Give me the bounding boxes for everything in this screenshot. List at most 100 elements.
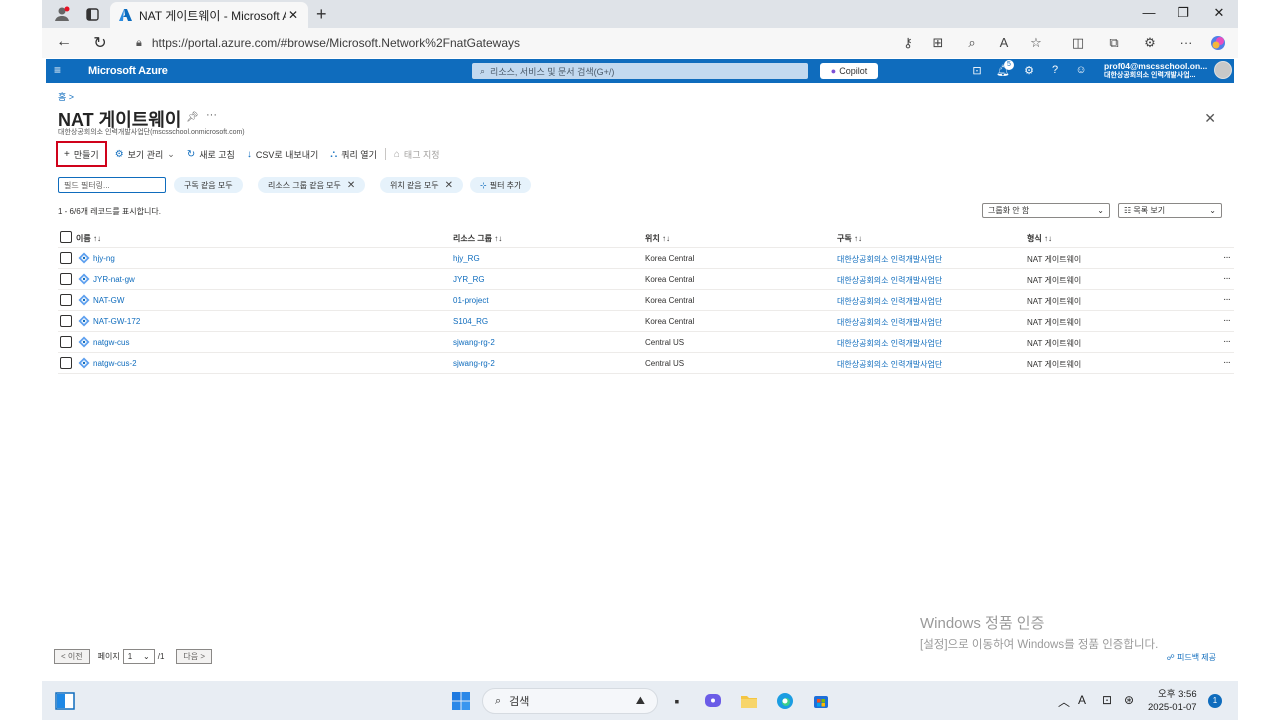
task-view-icon[interactable]: ▪ bbox=[666, 690, 688, 712]
cell-name[interactable]: hjy-ng bbox=[93, 254, 115, 263]
new-tab-icon[interactable]: + bbox=[316, 4, 327, 25]
export-csv-button[interactable]: ↓ CSV로 내보내기 bbox=[241, 144, 324, 164]
next-page-button[interactable]: 다음 > bbox=[176, 649, 213, 664]
cloud-shell-icon[interactable]: ⊡ bbox=[968, 64, 986, 77]
row-checkbox[interactable] bbox=[60, 273, 72, 285]
cell-subscription[interactable]: 대한상공회의소 인력개발사업단 bbox=[837, 338, 942, 349]
azure-brand[interactable]: Microsoft Azure bbox=[88, 65, 168, 77]
breadcrumb[interactable]: 홈 > bbox=[58, 90, 74, 103]
column-subscription[interactable]: 구독 ↑↓ bbox=[837, 233, 862, 244]
row-more-icon[interactable]: ··· bbox=[1223, 252, 1231, 263]
network-icon[interactable]: ⊡ bbox=[1102, 693, 1112, 707]
zoom-icon[interactable]: ⌕ bbox=[962, 35, 982, 51]
settings-gear-icon[interactable]: ⚙ bbox=[1020, 64, 1038, 77]
favorite-star-icon[interactable]: ☆ bbox=[1026, 35, 1046, 51]
create-button[interactable]: + 만들기 bbox=[56, 141, 107, 167]
cell-name[interactable]: NAT-GW-172 bbox=[93, 317, 140, 326]
cell-resource-group[interactable]: sjwang-rg-2 bbox=[453, 359, 495, 368]
table-row[interactable]: natgw-cus-2 sjwang-rg-2 Central US 대한상공회의소 … bbox=[58, 353, 1234, 374]
column-type[interactable]: 형식 ↑↓ bbox=[1027, 233, 1052, 244]
table-row[interactable]: hjy-ng hjy_RG Korea Central 대한상공회의소 인력개발사업단… bbox=[58, 248, 1234, 269]
location-filter-pill[interactable]: 위치 같음 모두 ✕ bbox=[380, 177, 463, 193]
browser-tab-active[interactable]: NAT 게이트웨이 - Microsoft Azure ✕ bbox=[110, 2, 308, 28]
field-filter-input[interactable]: 필드 필터링... bbox=[58, 177, 166, 193]
column-name[interactable]: 이름 ↑↓ bbox=[76, 233, 101, 244]
row-checkbox[interactable] bbox=[60, 294, 72, 306]
manage-view-button[interactable]: ⚙ 보기 관리 ⌄ bbox=[109, 144, 181, 164]
start-icon[interactable] bbox=[450, 690, 472, 712]
assign-tags-button[interactable]: ⌂ 태그 지정 bbox=[388, 144, 446, 164]
cell-resource-group[interactable]: JYR_RG bbox=[453, 275, 485, 284]
split-screen-icon[interactable]: ◫ bbox=[1068, 35, 1088, 51]
cell-name[interactable]: natgw-cus-2 bbox=[93, 359, 137, 368]
remove-filter-icon[interactable]: ✕ bbox=[445, 180, 453, 191]
subscription-filter-pill[interactable]: 구독 같음 모두 bbox=[174, 177, 243, 193]
feedback-link[interactable]: ☍ 피드백 제공 bbox=[1167, 652, 1216, 663]
select-all-checkbox[interactable] bbox=[60, 231, 72, 243]
volume-icon[interactable]: ⊛ bbox=[1124, 693, 1134, 707]
taskbar-clock[interactable]: 오후 3:56 2025-01-07 bbox=[1148, 688, 1197, 714]
teams-chat-icon[interactable] bbox=[702, 690, 724, 712]
add-filter-button[interactable]: ⊹ 필터 추가 bbox=[470, 177, 532, 193]
page-select[interactable]: 1 ⌄ bbox=[122, 649, 155, 664]
back-icon[interactable]: ← bbox=[52, 33, 76, 51]
cell-name[interactable]: JYR-nat-gw bbox=[93, 275, 135, 284]
app-available-icon[interactable]: ⊞ bbox=[928, 35, 948, 51]
row-checkbox[interactable] bbox=[60, 357, 72, 369]
table-row[interactable]: JYR-nat-gw JYR_RG Korea Central 대한상공회의소 인력개… bbox=[58, 269, 1234, 290]
account-info[interactable]: prof04@mscsschool.on... 대한상공회의소 인력개발사업..… bbox=[1104, 61, 1207, 81]
view-mode-dropdown[interactable]: ☷ 목록 보기 ⌄ bbox=[1118, 203, 1222, 218]
read-aloud-icon[interactable]: A bbox=[994, 35, 1014, 50]
cell-subscription[interactable]: 대한상공회의소 인력개발사업단 bbox=[837, 254, 942, 265]
collections-icon[interactable]: ⧉ bbox=[1104, 35, 1124, 51]
row-more-icon[interactable]: ··· bbox=[1223, 336, 1231, 347]
help-icon[interactable]: ? bbox=[1046, 64, 1064, 76]
row-more-icon[interactable]: ··· bbox=[1223, 357, 1231, 368]
row-checkbox[interactable] bbox=[60, 252, 72, 264]
grouping-dropdown[interactable]: 그룹화 안 함 ⌄ bbox=[982, 203, 1110, 218]
row-more-icon[interactable]: ··· bbox=[1223, 315, 1231, 326]
cell-subscription[interactable]: 대한상공회의소 인력개발사업단 bbox=[837, 275, 942, 286]
column-resource-group[interactable]: 리소스 그룹 ↑↓ bbox=[453, 233, 502, 244]
cell-name[interactable]: NAT-GW bbox=[93, 296, 124, 305]
key-icon[interactable]: ⚷ bbox=[898, 35, 918, 51]
avatar[interactable] bbox=[1214, 61, 1232, 79]
url-field[interactable]: 🔒︎ https://portal.azure.com/#browse/Micr… bbox=[122, 31, 822, 55]
table-row[interactable]: NAT-GW 01-project Korea Central 대한상공회의소 인력개… bbox=[58, 290, 1234, 311]
row-more-icon[interactable]: ··· bbox=[1223, 273, 1231, 284]
taskbar-notification-badge[interactable]: 1 bbox=[1208, 694, 1222, 708]
more-options-icon[interactable]: ··· bbox=[206, 109, 217, 121]
cell-name[interactable]: natgw-cus bbox=[93, 338, 129, 347]
minimize-icon[interactable]: — bbox=[1134, 5, 1164, 20]
remove-filter-icon[interactable]: ✕ bbox=[347, 180, 355, 191]
tray-chevron-up-icon[interactable]: ︿ bbox=[1058, 693, 1070, 710]
file-explorer-icon[interactable] bbox=[738, 690, 760, 712]
cell-resource-group[interactable]: hjy_RG bbox=[453, 254, 480, 263]
open-query-button[interactable]: ⛬ 쿼리 열기 bbox=[324, 144, 383, 164]
more-menu-icon[interactable]: ··· bbox=[1176, 35, 1196, 50]
extensions-icon[interactable]: ⚙ bbox=[1140, 35, 1160, 51]
widgets-icon[interactable] bbox=[54, 690, 76, 712]
restore-icon[interactable]: ❐ bbox=[1168, 5, 1198, 21]
input-language-icon[interactable]: A bbox=[1078, 693, 1086, 707]
resource-group-filter-pill[interactable]: 리소스 그룹 같음 모두 ✕ bbox=[258, 177, 366, 193]
global-search-input[interactable]: ⌕ 리소스, 서비스 및 문서 검색(G+/) bbox=[472, 63, 808, 79]
refresh-button[interactable]: ↻ 새로 고침 bbox=[181, 144, 241, 164]
cell-subscription[interactable]: 대한상공회의소 인력개발사업단 bbox=[837, 296, 942, 307]
store-icon[interactable] bbox=[810, 690, 832, 712]
prev-page-button[interactable]: < 이전 bbox=[54, 649, 90, 664]
cell-resource-group[interactable]: 01-project bbox=[453, 296, 489, 305]
row-checkbox[interactable] bbox=[60, 315, 72, 327]
close-tab-icon[interactable]: ✕ bbox=[286, 8, 300, 22]
portal-menu-icon[interactable]: ≡ bbox=[54, 63, 61, 77]
feedback-icon[interactable]: ☺ bbox=[1072, 64, 1090, 76]
table-row[interactable]: natgw-cus sjwang-rg-2 Central US 대한상공회의소 인력… bbox=[58, 332, 1234, 353]
cell-resource-group[interactable]: S104_RG bbox=[453, 317, 488, 326]
edge-icon[interactable] bbox=[774, 690, 796, 712]
tab-actions-icon[interactable] bbox=[80, 3, 104, 25]
taskbar-search[interactable]: ⌕ 검색 ⛰ bbox=[482, 688, 658, 714]
cell-subscription[interactable]: 대한상공회의소 인력개발사업단 bbox=[837, 359, 942, 370]
cell-resource-group[interactable]: sjwang-rg-2 bbox=[453, 338, 495, 347]
window-close-icon[interactable]: ✕ bbox=[1204, 5, 1234, 21]
row-more-icon[interactable]: ··· bbox=[1223, 294, 1231, 305]
